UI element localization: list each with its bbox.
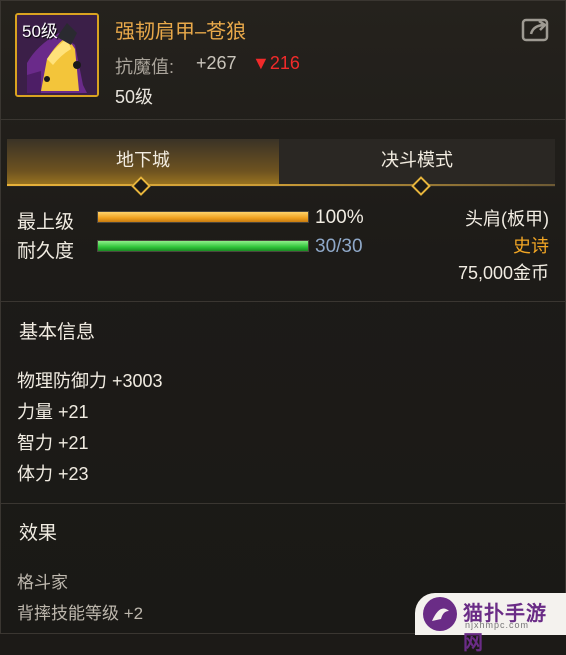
rarity-label: 史诗 xyxy=(513,236,549,256)
durability-label: 耐久度 xyxy=(17,241,75,262)
basic-info-title: 基本信息 xyxy=(19,322,96,343)
divider xyxy=(1,301,566,302)
attr-physical-defense: 物理防御力 +3003 xyxy=(17,371,163,391)
grade-value: 100% xyxy=(315,207,364,228)
item-level-badge: 50级 xyxy=(22,22,58,41)
grade-bar xyxy=(97,211,309,223)
stat-label: 抗魔值: xyxy=(115,57,175,77)
divider xyxy=(1,503,566,504)
item-icon[interactable]: 50级 xyxy=(15,13,99,97)
required-level: 50级 xyxy=(115,87,154,107)
watermark: 猫扑手游网 njxhmpc.com xyxy=(415,593,566,654)
tab-underline xyxy=(7,184,555,186)
watermark-url: njxhmpc.com xyxy=(465,620,530,630)
effect-skill-level: 背摔技能等级 +2 xyxy=(17,604,144,623)
stat-diff-down: ▼216 xyxy=(252,53,300,73)
grade-label: 最上级 xyxy=(17,212,75,233)
effects-title: 效果 xyxy=(19,523,58,544)
durability-bar-fill xyxy=(98,241,308,251)
divider xyxy=(1,119,566,120)
price-label: 75,000金币 xyxy=(457,263,549,283)
mode-tabs: 地下城 决斗模式 xyxy=(7,139,555,187)
item-tooltip-panel: 50级 强韧肩甲–苍狼 抗魔值: +267 ▼216 50级 地下城 决斗模式 … xyxy=(0,0,566,654)
attr-intelligence: 智力 +21 xyxy=(17,433,89,453)
cat-logo-icon xyxy=(423,597,457,631)
attr-vitality: 体力 +23 xyxy=(17,464,89,484)
effect-class: 格斗家 xyxy=(17,573,68,592)
durability-value: 30/30 xyxy=(315,236,363,257)
stat-value: +267 xyxy=(196,53,237,73)
durability-bar xyxy=(97,240,309,252)
share-button[interactable] xyxy=(521,17,551,43)
tab-pvp[interactable]: 决斗模式 xyxy=(281,139,553,185)
equipment-slot: 头肩(板甲) xyxy=(465,209,549,229)
grade-bar-fill xyxy=(98,212,308,222)
item-name: 强韧肩甲–苍狼 xyxy=(115,21,247,43)
share-icon xyxy=(521,18,549,42)
attr-strength: 力量 +21 xyxy=(17,402,89,422)
